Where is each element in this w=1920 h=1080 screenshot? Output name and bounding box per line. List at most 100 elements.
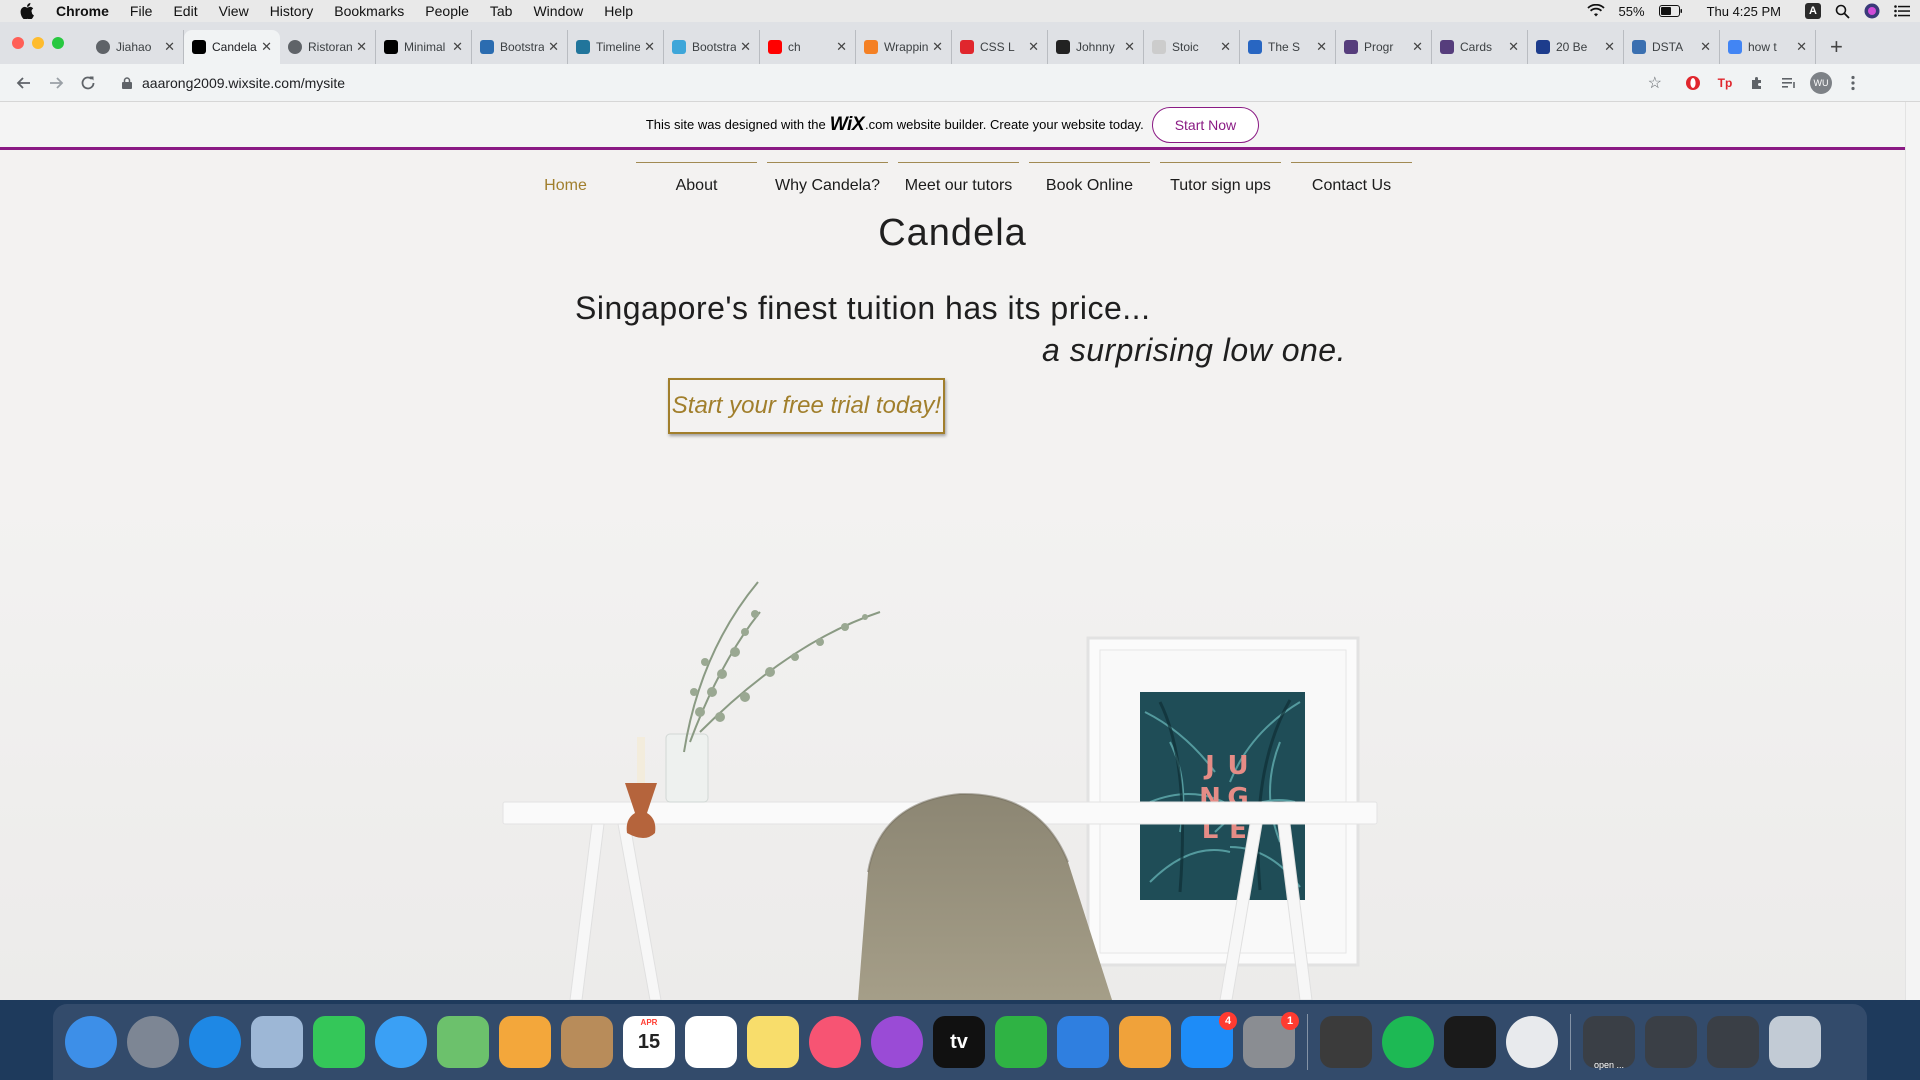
menu-help[interactable]: Help — [604, 3, 633, 19]
chrome-menu-icon[interactable] — [1842, 72, 1864, 94]
input-source-icon[interactable]: A — [1805, 3, 1821, 19]
clock[interactable]: Thu 4:25 PM — [1707, 4, 1781, 19]
calendar-icon[interactable]: 15 APR — [623, 1016, 675, 1068]
notes-icon[interactable] — [747, 1016, 799, 1068]
close-tab-icon[interactable]: ✕ — [932, 39, 943, 55]
new-tab-button[interactable]: + — [1830, 30, 1843, 64]
close-tab-icon[interactable]: ✕ — [1412, 39, 1423, 55]
close-tab-icon[interactable]: ✕ — [356, 39, 367, 55]
close-tab-icon[interactable]: ✕ — [1700, 39, 1711, 55]
bookmark-star-icon[interactable]: ☆ — [1648, 73, 1662, 93]
close-tab-icon[interactable]: ✕ — [548, 39, 559, 55]
menu-history[interactable]: History — [270, 3, 314, 19]
mail-icon[interactable] — [251, 1016, 303, 1068]
spotify-icon[interactable] — [1382, 1016, 1434, 1068]
wifi-icon[interactable] — [1586, 4, 1605, 18]
menu-bookmarks[interactable]: Bookmarks — [334, 3, 404, 19]
nav-why-candela[interactable]: Why Candela? — [767, 162, 888, 195]
menu-people[interactable]: People — [425, 3, 469, 19]
sublime-text-icon[interactable] — [1320, 1016, 1372, 1068]
browser-tab[interactable]: Bootstrap✕ — [664, 30, 760, 64]
browser-tab[interactable]: Wrapping✕ — [856, 30, 952, 64]
numbers-icon[interactable] — [995, 1016, 1047, 1068]
pages-icon[interactable] — [1119, 1016, 1171, 1068]
nav-book-online[interactable]: Book Online — [1029, 162, 1150, 195]
menu-tab[interactable]: Tab — [490, 3, 513, 19]
close-tab-icon[interactable]: ✕ — [1508, 39, 1519, 55]
finder-icon[interactable] — [65, 1016, 117, 1068]
window-thumbnail-icon[interactable] — [1645, 1016, 1697, 1068]
close-tab-icon[interactable]: ✕ — [1124, 39, 1135, 55]
browser-tab[interactable]: Stoic ✕ — [1144, 30, 1240, 64]
notification-center-icon[interactable] — [1894, 5, 1910, 17]
extensions-puzzle-icon[interactable] — [1746, 72, 1768, 94]
keynote-icon[interactable] — [1057, 1016, 1109, 1068]
close-tab-icon[interactable]: ✕ — [1604, 39, 1615, 55]
browser-tab[interactable]: CSS L ✕ — [952, 30, 1048, 64]
close-tab-icon[interactable]: ✕ — [740, 39, 751, 55]
tampermonkey-extension-icon[interactable]: Tp — [1714, 72, 1736, 94]
start-now-button[interactable]: Start Now — [1151, 106, 1260, 143]
browser-tab[interactable]: Minimal ✕ — [376, 30, 472, 64]
free-trial-button[interactable]: Start your free trial today! — [668, 378, 945, 434]
downloads-stack-icon[interactable] — [1707, 1016, 1759, 1068]
menu-view[interactable]: View — [219, 3, 249, 19]
spotlight-search-icon[interactable] — [1835, 4, 1850, 19]
music-icon[interactable] — [809, 1016, 861, 1068]
close-tab-icon[interactable]: ✕ — [1796, 39, 1807, 55]
nav-contact-us[interactable]: Contact Us — [1291, 162, 1412, 195]
photos-icon[interactable] — [499, 1016, 551, 1068]
trash-icon[interactable] — [1769, 1016, 1821, 1068]
address-bar-url[interactable]: aaarong2009.wixsite.com/mysite — [142, 75, 345, 91]
system-preferences-icon[interactable]: 1 — [1243, 1012, 1299, 1068]
minimize-window-button[interactable] — [32, 37, 44, 49]
chrome-icon[interactable] — [1506, 1016, 1558, 1068]
browser-tab[interactable]: Progr ✕ — [1336, 30, 1432, 64]
browser-tab[interactable]: Ristorante✕ — [280, 30, 376, 64]
browser-tab[interactable]: Candela ✕ — [184, 30, 280, 64]
browser-tab[interactable]: The S ✕ — [1240, 30, 1336, 64]
reminders-icon[interactable] — [685, 1016, 737, 1068]
browser-tab[interactable]: how t ✕ — [1720, 30, 1816, 64]
close-tab-icon[interactable]: ✕ — [452, 39, 463, 55]
wix-logo[interactable]: WiX — [830, 114, 865, 136]
lock-icon[interactable] — [122, 76, 132, 89]
browser-tab[interactable]: Timeline ✕ — [568, 30, 664, 64]
nav-meet-our-tutors[interactable]: Meet our tutors — [898, 162, 1019, 195]
nav-about[interactable]: About — [636, 162, 757, 195]
appletv-icon[interactable]: tv — [933, 1016, 985, 1068]
close-tab-icon[interactable]: ✕ — [164, 39, 175, 55]
opera-extension-icon[interactable] — [1682, 72, 1704, 94]
facetime-icon[interactable] — [313, 1016, 365, 1068]
browser-tab[interactable]: Cards ✕ — [1432, 30, 1528, 64]
menu-app-name[interactable]: Chrome — [56, 3, 109, 19]
close-tab-icon[interactable]: ✕ — [836, 39, 847, 55]
close-tab-icon[interactable]: ✕ — [1028, 39, 1039, 55]
page-scrollbar[interactable] — [1905, 102, 1920, 1000]
maps-icon[interactable] — [437, 1016, 489, 1068]
apple-logo-icon[interactable] — [20, 3, 34, 19]
profile-avatar[interactable]: WU — [1810, 71, 1832, 94]
fullscreen-window-button[interactable] — [52, 37, 64, 49]
launchpad-icon[interactable] — [127, 1016, 179, 1068]
podcasts-icon[interactable] — [871, 1016, 923, 1068]
browser-tab[interactable]: Jiahao ✕ — [88, 30, 184, 64]
battery-percent[interactable]: 55% — [1619, 4, 1645, 19]
browser-tab[interactable]: Johnny ✕ — [1048, 30, 1144, 64]
close-tab-icon[interactable]: ✕ — [1316, 39, 1327, 55]
terminal-icon[interactable] — [1444, 1016, 1496, 1068]
close-window-button[interactable] — [12, 37, 24, 49]
window-thumbnail-icon[interactable]: open ... — [1583, 1016, 1635, 1070]
browser-tab[interactable]: ch ✕ — [760, 30, 856, 64]
battery-icon[interactable] — [1658, 5, 1683, 17]
menu-edit[interactable]: Edit — [173, 3, 197, 19]
menu-file[interactable]: File — [130, 3, 153, 19]
menu-window[interactable]: Window — [533, 3, 583, 19]
close-tab-icon[interactable]: ✕ — [1220, 39, 1231, 55]
safari-icon[interactable] — [189, 1016, 241, 1068]
forward-button[interactable] — [42, 69, 70, 97]
reload-button[interactable] — [74, 69, 102, 97]
back-button[interactable] — [10, 69, 38, 97]
nav-tutor-sign-ups[interactable]: Tutor sign ups — [1160, 162, 1281, 195]
reading-list-icon[interactable] — [1778, 72, 1800, 94]
